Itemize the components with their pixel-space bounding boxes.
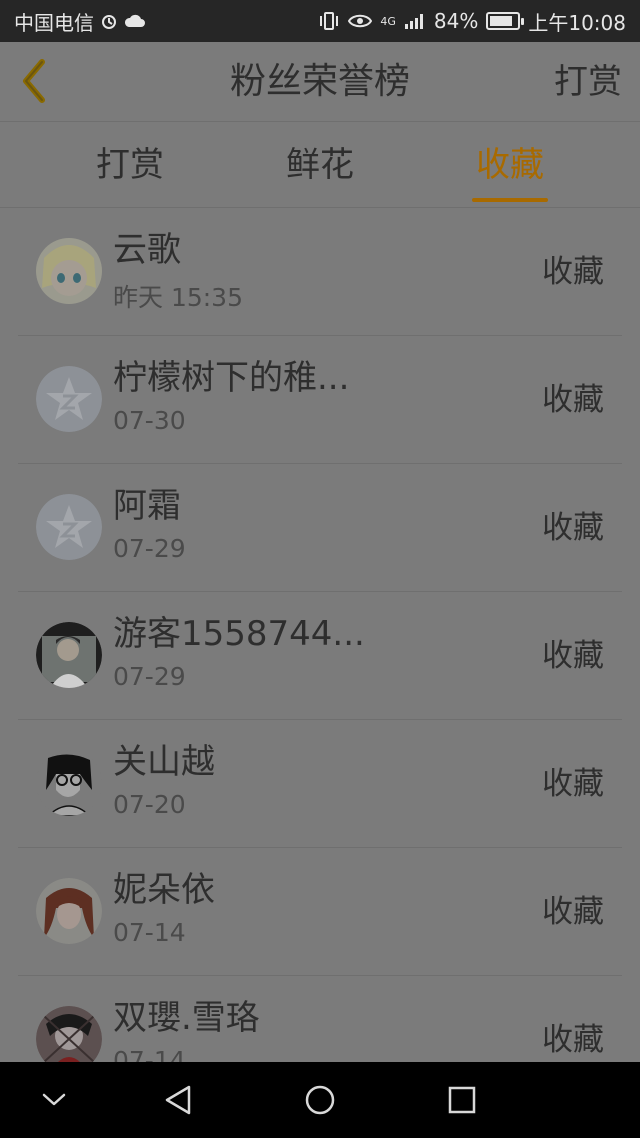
avatar xyxy=(36,622,102,688)
vibrate-icon xyxy=(318,12,340,30)
item-date: 07-14 xyxy=(113,1046,186,1062)
list-item[interactable]: 柠檬树下的稚... 07-30 收藏 xyxy=(18,336,622,464)
fan-list: 云歌 昨天 15:35 收藏 柠檬树下的稚... 07-30 收藏 阿霜 07-… xyxy=(0,208,640,1062)
list-item[interactable]: 云歌 昨天 15:35 收藏 xyxy=(18,208,622,336)
tab-label: 打赏 xyxy=(96,145,164,185)
hide-nav-button[interactable] xyxy=(24,1074,84,1126)
user-name: 双瓔.雪珞 xyxy=(113,998,260,1038)
carrier-label: 中国电信 xyxy=(14,10,94,35)
item-date: 07-29 xyxy=(113,534,186,563)
back-triangle-icon xyxy=(165,1085,191,1115)
list-item[interactable]: 阿霜 07-29 收藏 xyxy=(18,464,622,592)
item-date: 07-30 xyxy=(113,406,186,435)
back-nav-button[interactable] xyxy=(148,1074,208,1126)
header-bar: 粉丝荣誉榜 打赏 xyxy=(0,42,640,122)
home-circle-icon xyxy=(305,1085,335,1115)
home-nav-button[interactable] xyxy=(290,1074,350,1126)
signal-icon xyxy=(404,12,426,30)
active-tab-indicator xyxy=(472,198,548,202)
list-item[interactable]: 游客1558744... 07-29 收藏 xyxy=(18,592,622,720)
list-item[interactable]: 关山越 07-20 收藏 xyxy=(18,720,622,848)
item-action: 收藏 xyxy=(542,382,604,418)
system-nav-bar xyxy=(0,1062,640,1138)
item-date: 07-14 xyxy=(113,918,186,947)
recents-nav-button[interactable] xyxy=(432,1074,492,1126)
avatar xyxy=(36,366,102,432)
list-item[interactable]: 妮朵依 07-14 收藏 xyxy=(18,848,622,976)
tab-reward[interactable]: 打赏 xyxy=(50,122,210,208)
item-action: 收藏 xyxy=(542,894,604,930)
user-name: 关山越 xyxy=(113,742,215,782)
item-date: 昨天 15:35 xyxy=(113,283,243,312)
tab-label: 鲜花 xyxy=(286,145,354,185)
user-name: 游客1558744... xyxy=(113,614,365,654)
alarm-icon xyxy=(100,12,118,30)
tab-label: 收藏 xyxy=(476,145,544,185)
user-name: 阿霜 xyxy=(113,486,181,526)
list-item[interactable]: 双瓔.雪珞 07-14 收藏 xyxy=(18,976,622,1062)
page-title: 粉丝荣誉榜 xyxy=(229,61,410,102)
tab-bar: 打赏 鲜花 收藏 xyxy=(0,122,640,208)
network-label: 4G xyxy=(380,14,396,28)
clock: 上午10:08 xyxy=(528,10,626,35)
recents-square-icon xyxy=(448,1086,476,1114)
item-date: 07-20 xyxy=(113,790,186,819)
reward-button[interactable]: 打赏 xyxy=(554,42,622,122)
tab-flowers[interactable]: 鲜花 xyxy=(240,122,400,208)
avatar xyxy=(36,878,102,944)
cloud-icon xyxy=(124,13,146,29)
status-bar: 中国电信 4G 84% 上午10:08 xyxy=(0,0,640,42)
item-action: 收藏 xyxy=(542,254,604,290)
avatar xyxy=(36,238,102,304)
eye-icon xyxy=(348,13,373,29)
tab-favorites[interactable]: 收藏 xyxy=(430,122,590,208)
avatar xyxy=(36,494,102,560)
chevron-down-icon xyxy=(42,1093,66,1106)
battery-icon xyxy=(486,12,525,30)
avatar xyxy=(36,1006,102,1062)
battery-percent: 84% xyxy=(433,9,479,33)
item-date: 07-29 xyxy=(113,662,186,691)
user-name: 柠檬树下的稚... xyxy=(113,358,350,398)
item-action: 收藏 xyxy=(542,766,604,802)
item-action: 收藏 xyxy=(542,510,604,546)
user-name: 妮朵依 xyxy=(113,870,215,910)
item-action: 收藏 xyxy=(542,1022,604,1058)
item-action: 收藏 xyxy=(542,638,604,674)
user-name: 云歌 xyxy=(113,230,181,270)
avatar xyxy=(36,750,102,816)
